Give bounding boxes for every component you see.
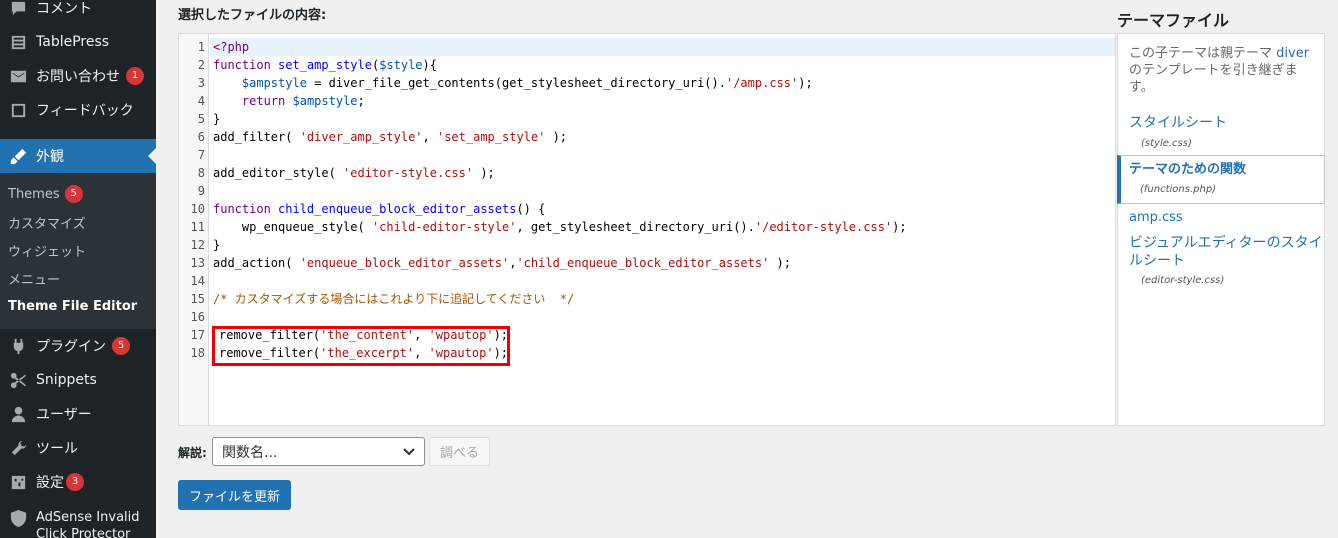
- settings-icon: [0, 473, 36, 492]
- menu-plugins[interactable]: プラグイン 5: [0, 329, 156, 363]
- chevron-down-icon: [402, 446, 416, 462]
- table-icon: [0, 33, 36, 52]
- user-icon: [0, 405, 36, 424]
- code-line: add_action( 'enqueue_block_editor_assets…: [213, 256, 792, 270]
- submenu-menus[interactable]: メニュー: [8, 269, 60, 288]
- current-arrow: [148, 148, 156, 164]
- line-number: 13: [190, 256, 205, 270]
- code-editor[interactable]: 1 2 3 4 5 6 7 8 9 10 11 12 13 14 15 16 17 18 <?php functi…: [178, 33, 1116, 426]
- highlight-box: [212, 326, 510, 366]
- menu-comments[interactable]: コメント: [0, 0, 156, 25]
- submenu-widgets[interactable]: ウィジェット: [8, 241, 86, 260]
- line-number: 14: [190, 274, 205, 288]
- line-number: 9: [197, 184, 205, 198]
- plugin-icon: [0, 337, 36, 356]
- code-line: }: [213, 238, 221, 252]
- code-line: wp_enqueue_style( 'child-editor-style', …: [213, 220, 907, 234]
- admin-sidebar: コメント TablePress お問い合わせ 1 フィードバック 外観 Theme…: [0, 0, 156, 538]
- function-select[interactable]: 関数名...: [212, 437, 425, 466]
- file-functions-selected[interactable]: テーマのための関数 (functions.php): [1117, 155, 1325, 204]
- file-editor-style[interactable]: ビジュアルエディターのスタイルシート: [1129, 234, 1324, 270]
- line-number: 7: [197, 148, 205, 162]
- theme-file-list: この子テーマは親テーマ diverのテンプレートを引き継ぎます。 スタイルシート…: [1117, 33, 1325, 426]
- line-number: 4: [197, 94, 205, 108]
- appearance-submenu: Themes 5 カスタマイズ ウィジェット メニュー Theme File Ed…: [0, 173, 156, 329]
- file-amp-css[interactable]: amp.css: [1129, 209, 1183, 227]
- line-number: 11: [190, 220, 205, 234]
- lookup-button[interactable]: 調べる: [429, 437, 490, 466]
- submenu-themes[interactable]: Themes 5: [8, 185, 83, 203]
- menu-appearance[interactable]: 外観: [0, 139, 156, 173]
- menu-tablepress[interactable]: TablePress: [0, 25, 156, 59]
- line-number: 1: [197, 40, 205, 54]
- code-line: function child_enqueue_block_editor_asse…: [213, 202, 546, 216]
- main-content: 選択したファイルの内容: 1 2 3 4 5 6 7 8 9 10 11 12 13 14 15 16 17 18…: [156, 0, 1338, 538]
- scissors-icon: [0, 371, 36, 390]
- code-line: }: [213, 112, 221, 126]
- child-theme-note: この子テーマは親テーマ diverのテンプレートを引き継ぎます。: [1129, 46, 1310, 95]
- file-stylesheet[interactable]: スタイルシート: [1129, 114, 1227, 132]
- settings-badge: 3: [66, 473, 84, 491]
- code-line: return $ampstyle;: [241, 94, 365, 108]
- update-file-button[interactable]: ファイルを更新: [178, 480, 291, 510]
- menu-adsense[interactable]: AdSense Invalid Click Protector: [0, 500, 156, 538]
- line-number: 16: [190, 310, 205, 324]
- line-number: 10: [190, 202, 205, 216]
- contact-badge: 1: [126, 67, 144, 85]
- brush-icon: [0, 147, 36, 166]
- line-number: 3: [197, 76, 205, 90]
- submenu-customize[interactable]: カスタマイズ: [8, 213, 86, 232]
- mail-icon: [0, 67, 36, 86]
- line-number: 6: [197, 130, 205, 144]
- comment-icon: [0, 0, 36, 18]
- line-number: 15: [190, 292, 205, 306]
- line-number: 8: [197, 166, 205, 180]
- menu-settings[interactable]: 設定 3: [0, 465, 156, 499]
- line-number: 2: [197, 58, 205, 72]
- line-number: 12: [190, 238, 205, 252]
- code-line: $ampstyle = diver_file_get_contents(get_…: [241, 76, 813, 90]
- line-number: 5: [197, 112, 205, 126]
- shield-icon: [0, 500, 36, 528]
- menu-tools[interactable]: ツール: [0, 431, 156, 465]
- menu-users[interactable]: ユーザー: [0, 397, 156, 431]
- file-name: (editor-style.css): [1141, 275, 1225, 286]
- active-line: [210, 38, 1115, 56]
- content-heading: 選択したファイルの内容:: [178, 8, 327, 23]
- code-line: add_editor_style( 'editor-style.css' );: [213, 166, 495, 180]
- submenu-theme-file-editor[interactable]: Theme File Editor: [8, 299, 137, 314]
- themes-badge: 5: [64, 185, 83, 203]
- code-line: function set_amp_style($style){: [213, 58, 437, 72]
- theme-files-title: テーマファイル: [1117, 11, 1230, 30]
- feedback-icon: [0, 101, 36, 120]
- menu-feedback[interactable]: フィードバック: [0, 93, 156, 127]
- parent-theme-link[interactable]: diver: [1276, 46, 1309, 61]
- docs-label: 解説:: [178, 446, 207, 460]
- wrench-icon: [0, 439, 36, 458]
- plugins-badge: 5: [112, 337, 130, 355]
- file-name: (style.css): [1141, 138, 1192, 149]
- line-number: 18: [190, 346, 205, 360]
- menu-contact[interactable]: お問い合わせ 1: [0, 59, 156, 93]
- code-line: add_filter( 'diver_amp_style', 'set_amp_…: [213, 130, 568, 144]
- code-line: /* カスタマイズする場合にはこれより下に追記してください */: [213, 292, 575, 306]
- menu-snippets[interactable]: Snippets: [0, 363, 156, 397]
- code-line: <?php: [213, 40, 250, 54]
- line-number: 17: [190, 328, 205, 342]
